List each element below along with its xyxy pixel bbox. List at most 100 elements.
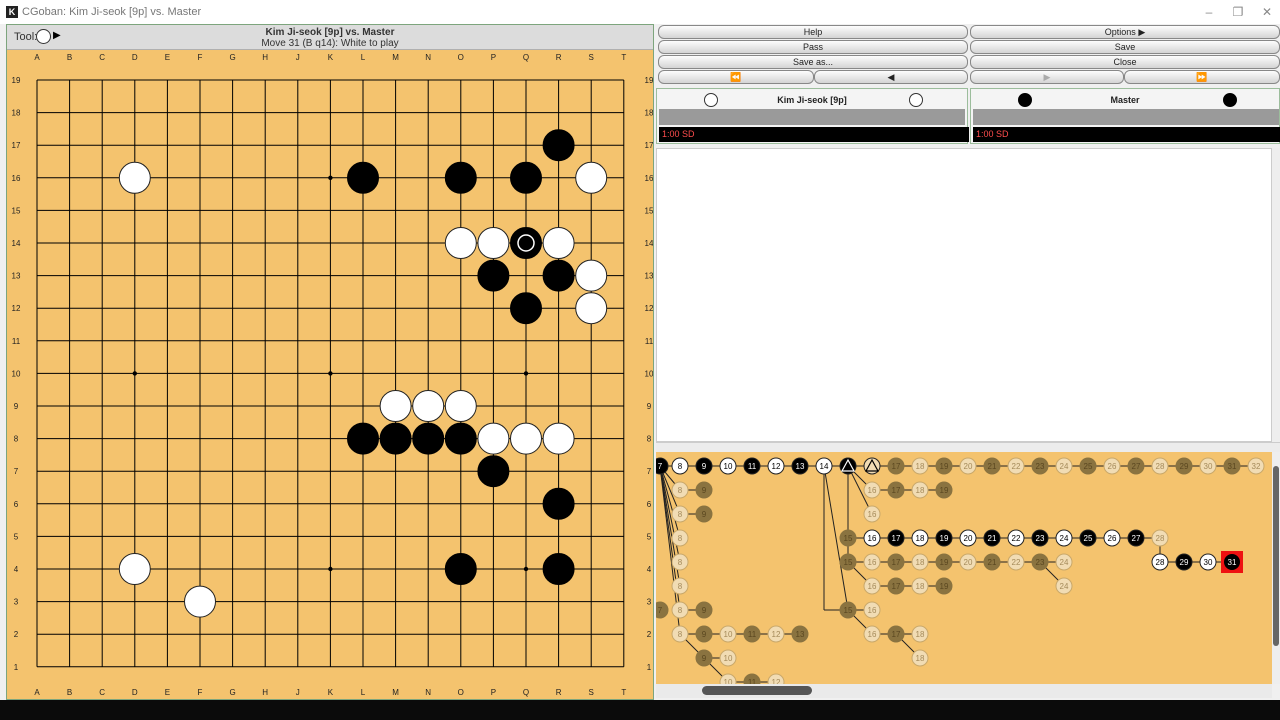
tree-node: 11 — [743, 625, 761, 643]
column-label: D — [132, 688, 138, 697]
maximize-icon[interactable]: ❐ — [1229, 4, 1247, 20]
game-tree[interactable]: 7 8 9 10 11 12 13 14 17 18 19 20 21 22 23 24 25 26 27 28 29 3… — [656, 452, 1272, 684]
tree-node: 31 — [1221, 551, 1243, 573]
tree-vertical-scrollbar[interactable] — [1272, 452, 1280, 684]
column-label: F — [198, 53, 203, 62]
column-label: R — [556, 688, 562, 697]
tree-node: 13 — [791, 625, 809, 643]
column-label: M — [392, 53, 399, 62]
pass-button[interactable]: Pass — [658, 40, 968, 54]
save-as-button[interactable]: Save as... — [658, 55, 968, 69]
tree-node-label: 19 — [940, 486, 949, 495]
tree-node-label: 8 — [678, 558, 683, 567]
tree-node: 11 — [743, 673, 761, 684]
tree-node: 24 — [1055, 529, 1073, 547]
tree-node: 9 — [695, 457, 713, 475]
tree-vertical-thumb[interactable] — [1273, 466, 1279, 646]
row-label: 13 — [645, 272, 653, 281]
tree-node-label: 17 — [892, 630, 901, 639]
tree-node: 22 — [1007, 553, 1025, 571]
column-label: E — [165, 53, 170, 62]
tree-node: 20 — [959, 553, 977, 571]
column-label: K — [328, 53, 334, 62]
black-stone — [510, 161, 542, 194]
window-title: CGoban: Kim Ji-seok [9p] vs. Master — [22, 6, 202, 18]
tree-horizontal-scrollbar[interactable] — [656, 684, 1272, 698]
comments-scrollbar[interactable] — [1272, 148, 1280, 442]
column-label: J — [296, 53, 300, 62]
tree-node-label: 19 — [940, 534, 949, 543]
tree-node-label: 24 — [1060, 558, 1069, 567]
tree-node: 31 — [1223, 457, 1241, 475]
close-window-icon[interactable]: ✕ — [1258, 4, 1276, 20]
minimize-icon[interactable]: – — [1200, 4, 1218, 20]
white-stone — [477, 227, 510, 259]
row-label: 2 — [647, 630, 652, 639]
tree-node-label: 21 — [988, 534, 997, 543]
help-button[interactable]: Help — [658, 25, 968, 39]
board-panel: A A B B C C D D E E F F G G H H J J K K L L M M N N O O P P Q Q R R S S T T 19… — [6, 24, 654, 700]
tree-node-label: 22 — [1012, 462, 1021, 471]
black-stone — [510, 292, 542, 325]
row-label: 14 — [12, 239, 21, 248]
tree-node-label: 16 — [868, 486, 877, 495]
tree-node-label: 20 — [964, 462, 973, 471]
tree-node: 29 — [1175, 553, 1193, 571]
tree-node: 24 — [1055, 553, 1073, 571]
star-point — [523, 371, 529, 376]
go-board[interactable]: AABBCCDDEEFFGGHHJJKKLLMMNNOOPPQQRRSSTT19… — [7, 25, 653, 699]
go-start-button[interactable]: ⏪ — [658, 70, 814, 84]
tree-node: 19 — [935, 577, 953, 595]
column-label: P — [491, 688, 496, 697]
tree-node: 12 — [767, 625, 785, 643]
step-back-button[interactable]: ◀ — [814, 70, 968, 84]
black-stone — [542, 553, 575, 585]
tree-node: 27 — [1127, 529, 1145, 547]
tree-node: 16 — [863, 601, 881, 619]
game-title: Kim Ji-seok [9p] vs. Master — [265, 27, 395, 38]
tree-node-label: 31 — [1228, 462, 1237, 471]
go-end-button[interactable]: ⏩ — [1124, 70, 1280, 84]
row-label: 5 — [647, 532, 652, 541]
tree-node: 28 — [1151, 553, 1169, 571]
tree-node: 21 — [983, 529, 1001, 547]
window-titlebar: K CGoban: Kim Ji-seok [9p] vs. Master – … — [0, 0, 1280, 24]
star-point — [328, 175, 333, 180]
row-label: 3 — [647, 598, 652, 607]
tree-node-label: 12 — [772, 630, 781, 639]
tree-node: 18 — [911, 649, 929, 667]
tree-node: 26 — [1103, 457, 1121, 475]
save-button[interactable]: Save — [970, 40, 1280, 54]
tree-node-label: 27 — [1132, 534, 1141, 543]
tree-node-label: 8 — [678, 606, 683, 615]
tree-node-label: 10 — [724, 462, 733, 471]
white-stone — [575, 292, 608, 325]
black-stone — [542, 487, 575, 520]
column-label: P — [491, 53, 496, 62]
column-label: C — [99, 688, 105, 697]
tree-node: 23 — [1031, 529, 1049, 547]
row-label: 4 — [14, 565, 19, 574]
tree-node: 16 — [863, 625, 881, 643]
tree-node-label: 30 — [1204, 462, 1213, 471]
close-button[interactable]: Close — [970, 55, 1280, 69]
tree-node-label: 21 — [988, 558, 997, 567]
step-forward-button[interactable]: ▶ — [970, 70, 1124, 84]
row-label: 3 — [14, 598, 19, 607]
row-label: 19 — [645, 76, 653, 85]
tree-node: 16 — [863, 481, 881, 499]
comments-area[interactable] — [656, 148, 1272, 442]
options-button[interactable]: Options ▶ — [970, 25, 1280, 39]
tree-node: 25 — [1079, 529, 1097, 547]
tree-node-label: 9 — [702, 606, 707, 615]
tree-node-label: 9 — [702, 486, 707, 495]
tree-node-label: 15 — [844, 558, 853, 567]
white-stone — [510, 422, 542, 455]
app-icon: K — [6, 6, 18, 18]
tree-node: 10 — [719, 457, 737, 475]
tree-node-label: 17 — [892, 558, 901, 567]
white-stone — [118, 161, 151, 194]
tree-node: 17 — [887, 625, 905, 643]
row-label: 15 — [12, 206, 21, 215]
tree-horizontal-thumb[interactable] — [702, 686, 812, 695]
